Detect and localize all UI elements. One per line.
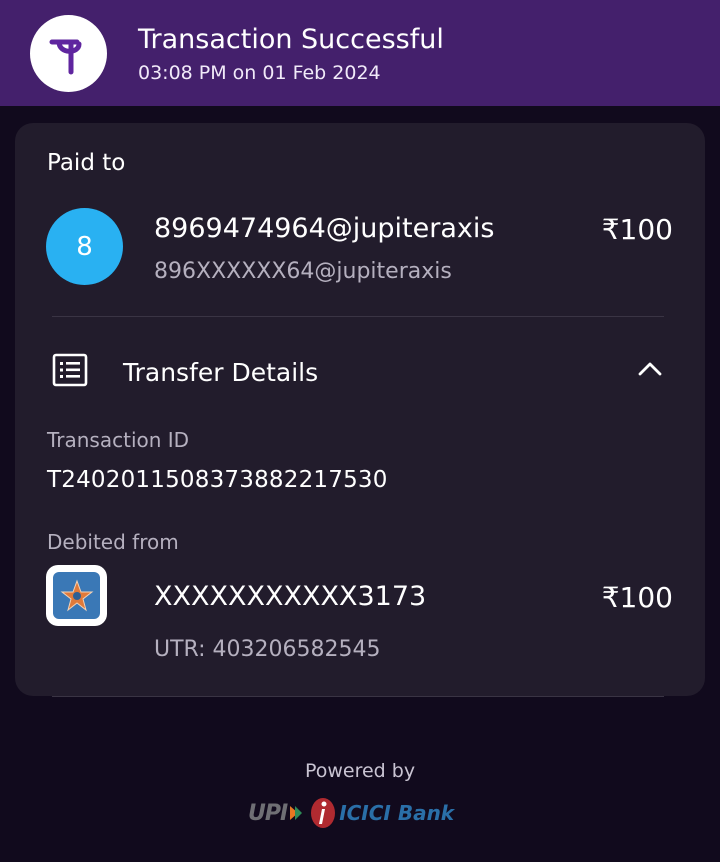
upi-logo: UPI [248,800,288,826]
bank-logo-tile [53,572,100,619]
icici-logo-icon [311,798,336,828]
phonepe-logo [30,15,107,92]
transaction-card: Paid to 8 8969474964@jupiteraxis 896XXXX… [15,123,705,696]
chevron-up-icon[interactable] [637,359,663,377]
partner-logos: UPI ICICI Bank [248,795,472,831]
icici-bank-logo: ICICI Bank [339,801,455,825]
list-icon [52,353,88,387]
upi-arrow-icon [290,806,303,820]
debited-from-label: Debited from [47,530,179,554]
bank-logo [46,565,107,626]
payee-masked-upi-id: 896XXXXXX64@jupiteraxis [154,259,452,284]
powered-by-label: Powered by [304,760,416,782]
utr-number[interactable]: UTR: 403206582545 [154,637,381,662]
transaction-id-label: Transaction ID [47,428,190,452]
paid-to-label: Paid to [47,150,126,176]
debited-amount: ₹100 [601,581,673,614]
transfer-details-title[interactable]: Transfer Details [123,358,318,387]
transaction-timestamp: 03:08 PM on 01 Feb 2024 [138,62,381,84]
app-header: Transaction Successful 03:08 PM on 01 Fe… [0,0,720,106]
payee-avatar: 8 [46,208,123,285]
page-title: Transaction Successful [138,24,444,55]
bottom-divider [52,696,664,697]
payee-avatar-initial: 8 [76,231,93,262]
payee-upi-id: 8969474964@jupiteraxis [154,213,495,244]
debited-account-number: XXXXXXXXXXX3173 [154,581,427,612]
phonepe-logo-icon [49,39,81,74]
paid-amount: ₹100 [601,213,673,246]
transaction-id-value[interactable]: T2402011508373882217530 [47,467,388,493]
bank-star-icon [60,579,93,611]
divider [52,316,664,317]
